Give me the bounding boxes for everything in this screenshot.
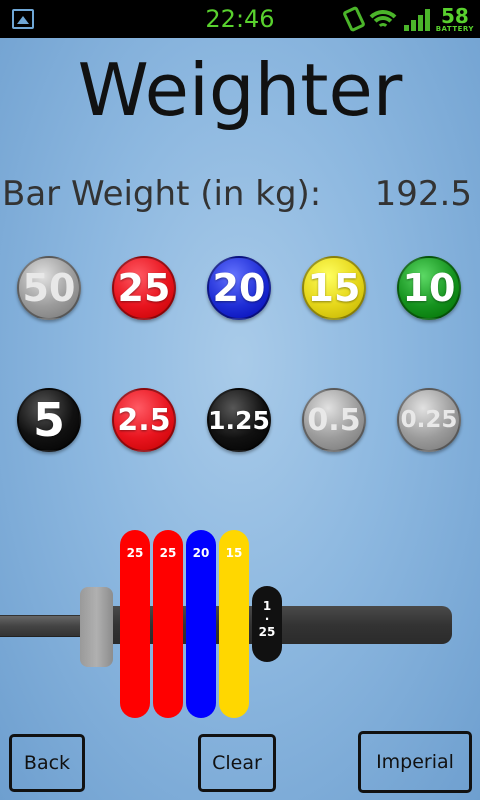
- battery-label: BATTERY: [435, 24, 474, 33]
- app-title: Weighter: [77, 48, 403, 132]
- plate-button-50[interactable]: 50: [17, 256, 81, 320]
- imperial-button[interactable]: Imperial: [358, 731, 472, 793]
- plate-button-0-25[interactable]: 0.25: [397, 388, 461, 452]
- plate-button-15[interactable]: 15: [302, 256, 366, 320]
- loaded-plate-20[interactable]: 20: [186, 530, 216, 718]
- plate-button-0-5[interactable]: 0.5: [302, 388, 366, 452]
- battery-icon: 58 BATTERY: [436, 6, 474, 33]
- vibrate-icon: [341, 5, 366, 33]
- wifi-icon: [367, 6, 398, 32]
- plate-button-10[interactable]: 10: [397, 256, 461, 320]
- status-bar: 22:46 58 BATTERY: [0, 0, 480, 38]
- loaded-plate-15[interactable]: 15: [219, 530, 249, 718]
- signal-icon: [403, 7, 430, 31]
- plate-button-2-5[interactable]: 2.5: [112, 388, 176, 452]
- plate-button-20[interactable]: 20: [207, 256, 271, 320]
- plate-button-5[interactable]: 5: [17, 388, 81, 452]
- plate-button-1-25[interactable]: 1.25: [207, 388, 271, 452]
- bar-weight-value: 192.5: [374, 174, 472, 214]
- bar-weight-label: Bar Weight (in kg):: [2, 174, 322, 214]
- battery-percent: 58: [440, 3, 469, 28]
- clear-button[interactable]: Clear: [198, 734, 276, 792]
- status-icons: 58 BATTERY: [341, 4, 474, 34]
- plate-button-25[interactable]: 25: [112, 256, 176, 320]
- loaded-plate-25[interactable]: 25: [120, 530, 150, 718]
- loaded-plate-25[interactable]: 25: [153, 530, 183, 718]
- loaded-plate-1-25-line3: 25: [258, 625, 276, 639]
- barbell-collar: [80, 587, 113, 667]
- back-button[interactable]: Back: [9, 734, 85, 792]
- loaded-plate-1-25[interactable]: 1 · 25: [252, 586, 282, 662]
